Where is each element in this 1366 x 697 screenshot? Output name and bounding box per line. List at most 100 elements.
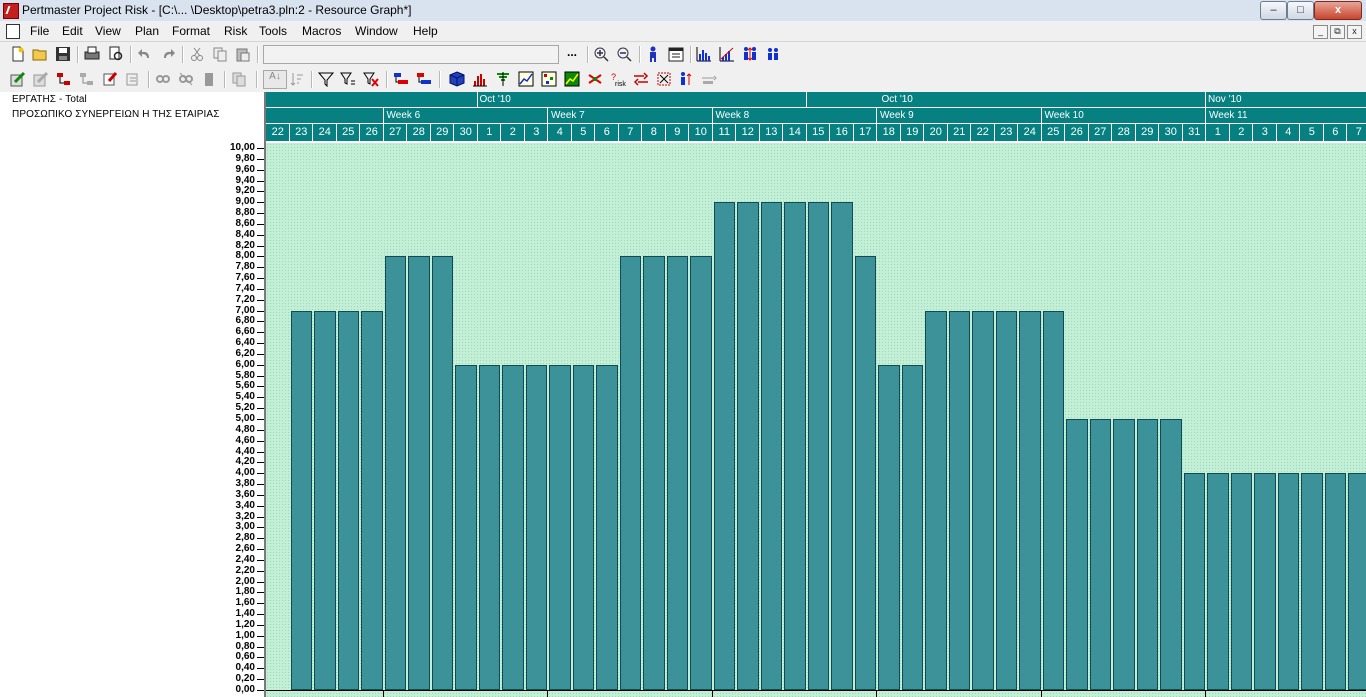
document-icon[interactable] bbox=[6, 24, 20, 39]
cut-icon[interactable] bbox=[189, 46, 205, 62]
merge-icon[interactable] bbox=[633, 71, 649, 87]
paste-icon[interactable] bbox=[235, 46, 251, 62]
zoom-out-icon[interactable] bbox=[616, 46, 632, 62]
menu-format[interactable]: Format bbox=[172, 24, 210, 38]
calendar-icon[interactable] bbox=[668, 46, 684, 62]
resource-bar[interactable] bbox=[525, 364, 547, 690]
zoom-in-icon[interactable] bbox=[593, 46, 609, 62]
mdi-restore-button[interactable]: ⧉ bbox=[1330, 25, 1345, 39]
edit-task-icon[interactable] bbox=[10, 71, 26, 87]
resource-bar[interactable] bbox=[455, 364, 477, 690]
tornado-icon[interactable] bbox=[495, 71, 511, 87]
gantt-top-icon[interactable] bbox=[393, 71, 409, 87]
resource-bar[interactable] bbox=[431, 256, 453, 690]
resource-bar[interactable] bbox=[784, 202, 806, 690]
filter-clear-icon[interactable] bbox=[340, 71, 356, 87]
delete-filter-icon[interactable] bbox=[363, 71, 379, 87]
open-icon[interactable] bbox=[32, 46, 48, 62]
menu-plan[interactable]: Plan bbox=[135, 24, 159, 38]
resource-bar[interactable] bbox=[878, 364, 900, 690]
distribution-icon[interactable] bbox=[472, 71, 488, 87]
maximize-button[interactable]: □ bbox=[1287, 1, 1314, 20]
resource-bar[interactable] bbox=[1348, 473, 1366, 690]
resource-bar[interactable] bbox=[1042, 310, 1064, 690]
resource-bar[interactable] bbox=[1254, 473, 1276, 690]
resource-bar[interactable] bbox=[384, 256, 406, 690]
cumulative-icon[interactable] bbox=[719, 46, 735, 62]
mdi-close-button[interactable]: x bbox=[1347, 25, 1362, 39]
menu-window[interactable]: Window bbox=[355, 24, 398, 38]
resource-bar[interactable] bbox=[831, 202, 853, 690]
resource-bar[interactable] bbox=[337, 310, 359, 690]
menu-risk[interactable]: Risk bbox=[224, 24, 247, 38]
menu-file[interactable]: File bbox=[30, 24, 49, 38]
sort-button[interactable]: A↓ bbox=[263, 70, 287, 89]
resource-bar[interactable] bbox=[361, 310, 383, 690]
resource-bar[interactable] bbox=[901, 364, 923, 690]
scatter-icon[interactable] bbox=[541, 71, 557, 87]
indent-icon[interactable] bbox=[125, 71, 141, 87]
resource-bar[interactable] bbox=[690, 256, 712, 690]
resource-bar[interactable] bbox=[1089, 419, 1111, 690]
mdi-minimize-button[interactable]: _ bbox=[1313, 25, 1328, 39]
resource-bar[interactable] bbox=[1230, 473, 1252, 690]
resource-bar[interactable] bbox=[1113, 419, 1135, 690]
level-resources-icon[interactable] bbox=[701, 71, 717, 87]
resource-bar[interactable] bbox=[948, 310, 970, 690]
unlink-icon[interactable] bbox=[79, 71, 95, 87]
collapse-icon[interactable] bbox=[678, 71, 694, 87]
menu-help[interactable]: Help bbox=[413, 24, 438, 38]
resource-swap-icon[interactable] bbox=[656, 71, 672, 87]
view-combo[interactable] bbox=[263, 45, 559, 64]
outdent-icon[interactable] bbox=[155, 71, 171, 87]
resource-bar[interactable] bbox=[713, 202, 735, 690]
link-icon[interactable] bbox=[56, 71, 72, 87]
resource-bar[interactable] bbox=[314, 310, 336, 690]
app-icon[interactable] bbox=[3, 3, 19, 19]
resource-bar[interactable] bbox=[1160, 419, 1182, 690]
resource-bar[interactable] bbox=[760, 202, 782, 690]
resource-bar[interactable] bbox=[1301, 473, 1323, 690]
resource-bar[interactable] bbox=[1324, 473, 1346, 690]
redo-icon[interactable] bbox=[160, 46, 176, 62]
close-button[interactable]: x bbox=[1314, 1, 1362, 20]
copy-icon[interactable] bbox=[212, 46, 228, 62]
task-info-icon[interactable] bbox=[33, 71, 49, 87]
filter-icon[interactable] bbox=[318, 71, 334, 87]
resource-bar[interactable] bbox=[995, 310, 1017, 690]
resource-bar[interactable] bbox=[596, 364, 618, 690]
minimize-button[interactable]: – bbox=[1260, 1, 1287, 20]
resource-bar[interactable] bbox=[572, 364, 594, 690]
copy-view-icon[interactable] bbox=[231, 71, 247, 87]
resource-histogram[interactable] bbox=[266, 143, 1366, 697]
group-icon[interactable] bbox=[178, 71, 194, 87]
resource-bar[interactable] bbox=[1136, 419, 1158, 690]
ungroup-icon[interactable] bbox=[201, 71, 217, 87]
sort-desc-icon[interactable] bbox=[289, 71, 305, 87]
resource-total-label[interactable]: ΕΡΓΑΤΗΣ - Total bbox=[12, 94, 87, 105]
new-icon[interactable] bbox=[10, 46, 26, 62]
resource-levels-icon[interactable] bbox=[742, 46, 758, 62]
gantt-bottom-icon[interactable] bbox=[416, 71, 432, 87]
print-preview-icon[interactable] bbox=[108, 46, 124, 62]
resource-bar[interactable] bbox=[666, 256, 688, 690]
resource-bar[interactable] bbox=[854, 256, 876, 690]
resource-bar[interactable] bbox=[807, 202, 829, 690]
resource-icon[interactable] bbox=[645, 46, 661, 62]
resource-bar[interactable] bbox=[619, 256, 641, 690]
resource-bar[interactable] bbox=[1183, 473, 1205, 690]
timescale-header[interactable]: Oct '10 Oct '10 Nov '10 Week 6 Week 7 Week 8… bbox=[266, 92, 1366, 143]
undo-icon[interactable] bbox=[137, 46, 153, 62]
resource-bar[interactable] bbox=[972, 310, 994, 690]
resource-bar[interactable] bbox=[643, 256, 665, 690]
resource-bar[interactable] bbox=[925, 310, 947, 690]
notes-icon[interactable] bbox=[102, 71, 118, 87]
menu-view[interactable]: View bbox=[95, 24, 121, 38]
resource-bar[interactable] bbox=[502, 364, 524, 690]
correlate-icon[interactable]: ?risk bbox=[610, 71, 626, 87]
menu-edit[interactable]: Edit bbox=[62, 24, 83, 38]
resource-bar[interactable] bbox=[478, 364, 500, 690]
risk-icon[interactable] bbox=[587, 71, 603, 87]
resource-bar[interactable] bbox=[1019, 310, 1041, 690]
resource-bar[interactable] bbox=[1207, 473, 1229, 690]
